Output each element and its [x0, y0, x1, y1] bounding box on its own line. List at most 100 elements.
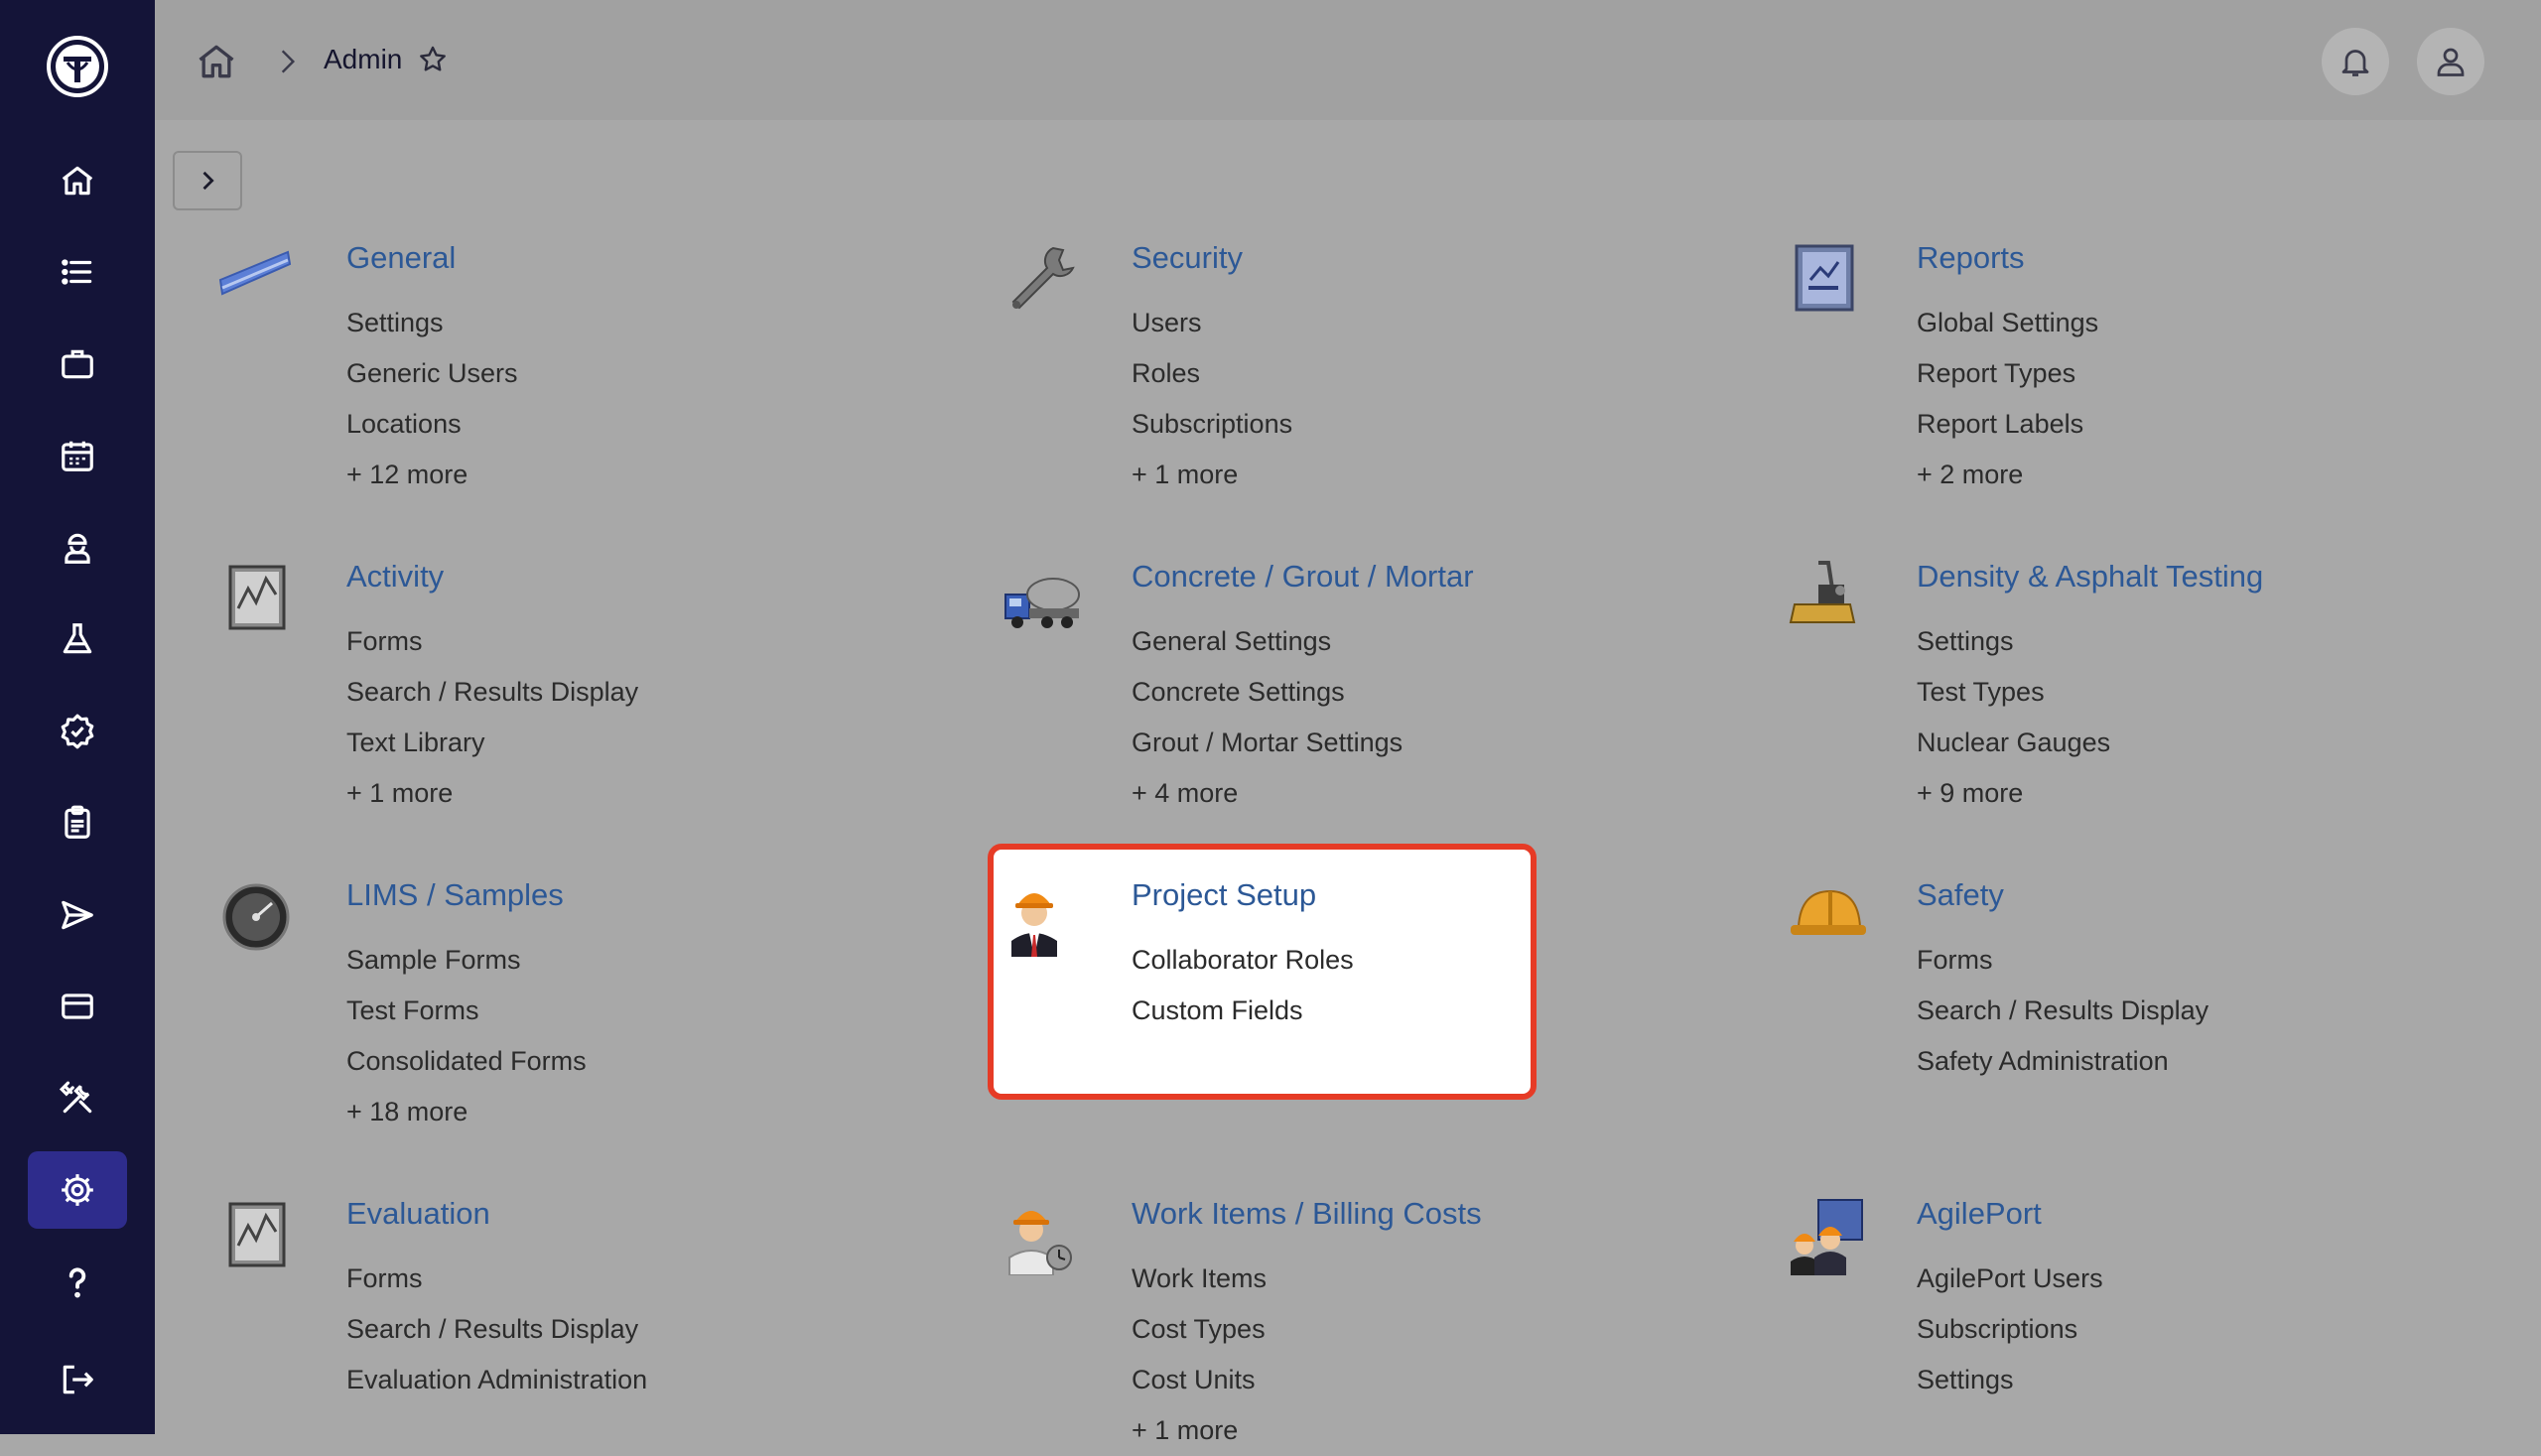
section-link[interactable]: Roles	[1132, 348, 1292, 399]
section-title[interactable]: Density & Asphalt Testing	[1917, 559, 2263, 595]
section-title[interactable]: Evaluation	[346, 1196, 490, 1232]
gauge-icon	[222, 883, 290, 951]
tools-icon	[59, 1081, 92, 1114]
expand-panel-button[interactable]	[173, 151, 242, 210]
breadcrumb-home-icon[interactable]	[195, 40, 238, 83]
section-title[interactable]: Reports	[1917, 240, 2025, 276]
section-more-link[interactable]: + 1 more	[1132, 1405, 1267, 1456]
clipboard-icon	[65, 805, 90, 839]
section-link[interactable]: Settings	[346, 298, 518, 348]
section-title[interactable]: General	[346, 240, 456, 276]
section-link[interactable]: Settings	[1917, 1355, 2103, 1405]
credit-card-icon	[62, 993, 93, 1019]
user-icon	[2437, 48, 2465, 76]
calendar-icon	[62, 441, 93, 471]
section-title[interactable]: Security	[1132, 240, 1243, 276]
section-link[interactable]: Report Types	[1917, 348, 2098, 399]
favorite-star-icon[interactable]	[417, 44, 449, 75]
section-link[interactable]: Consolidated Forms	[346, 1036, 587, 1087]
user-profile-button[interactable]	[2417, 28, 2484, 95]
section-link[interactable]: Subscriptions	[1917, 1304, 2103, 1355]
send-icon	[62, 900, 93, 930]
section-link[interactable]: Grout / Mortar Settings	[1132, 718, 1403, 768]
section-link[interactable]: Nuclear Gauges	[1917, 718, 2110, 768]
wrench-icon	[1011, 246, 1075, 310]
section-link[interactable]: Global Settings	[1917, 298, 2098, 348]
section-title[interactable]: Project Setup	[1132, 877, 1316, 913]
sidebar-item-tools[interactable]	[28, 1060, 127, 1137]
section-link[interactable]: Cost Types	[1132, 1304, 1267, 1355]
section-more-link[interactable]: + 9 more	[1917, 768, 2110, 819]
section-more-link[interactable]: + 2 more	[1917, 450, 2098, 500]
section-link[interactable]: Cost Units	[1132, 1355, 1267, 1405]
section-link[interactable]: Locations	[346, 399, 518, 450]
section-link[interactable]: Generic Users	[346, 348, 518, 399]
chevron-right-icon	[202, 171, 214, 191]
section-link[interactable]: Users	[1132, 298, 1292, 348]
compactor-icon	[1789, 561, 1856, 623]
notifications-button[interactable]	[2322, 28, 2389, 95]
section-title[interactable]: AgilePort	[1917, 1196, 2042, 1232]
section-link[interactable]: Test Forms	[346, 986, 587, 1036]
sidebar-item-logout[interactable]	[28, 1341, 127, 1418]
section-title[interactable]: Work Items / Billing Costs	[1132, 1196, 1482, 1232]
list-icon	[62, 259, 92, 285]
sidebar	[0, 0, 155, 1434]
hard-hat-icon	[1791, 889, 1866, 935]
worker-icon	[65, 533, 90, 564]
section-more-link[interactable]: + 1 more	[1132, 450, 1292, 500]
section-link[interactable]: Forms	[346, 1254, 647, 1304]
section-more-link[interactable]: + 4 more	[1132, 768, 1403, 819]
section-more-link[interactable]: + 12 more	[346, 450, 518, 500]
concrete-truck-icon	[1004, 578, 1080, 628]
section-more-link[interactable]: + 1 more	[346, 768, 638, 819]
chart-panel-icon	[228, 1202, 286, 1267]
sidebar-item-people[interactable]	[28, 509, 127, 587]
app-logo-icon[interactable]	[46, 35, 109, 98]
sidebar-item-approvals[interactable]	[28, 693, 127, 770]
section-link[interactable]: Evaluation Administration	[346, 1355, 647, 1405]
section-link[interactable]: Collaborator Roles	[1132, 935, 1354, 986]
sidebar-item-lab[interactable]	[28, 600, 127, 678]
section-link[interactable]: Search / Results Display	[346, 1304, 647, 1355]
section-link[interactable]: Text Library	[346, 718, 638, 768]
section-link[interactable]: Forms	[1917, 935, 2208, 986]
section-link[interactable]: Concrete Settings	[1132, 667, 1403, 718]
section-link[interactable]: Subscriptions	[1132, 399, 1292, 450]
engineer-icon	[1011, 893, 1057, 957]
section-link[interactable]: AgilePort Users	[1917, 1254, 2103, 1304]
sidebar-item-help[interactable]	[28, 1244, 127, 1321]
sidebar-item-send[interactable]	[28, 876, 127, 954]
section-title[interactable]: Activity	[346, 559, 444, 595]
section-link[interactable]: Safety Administration	[1917, 1036, 2208, 1087]
sidebar-item-reports[interactable]	[28, 784, 127, 861]
section-link[interactable]: Test Types	[1917, 667, 2110, 718]
section-more-link[interactable]: + 18 more	[346, 1087, 587, 1137]
home-icon	[62, 166, 93, 196]
sidebar-item-list[interactable]	[28, 233, 127, 311]
sidebar-item-calendar[interactable]	[28, 417, 127, 494]
sidebar-item-settings[interactable]	[28, 1151, 127, 1229]
sidebar-item-home[interactable]	[28, 142, 127, 219]
section-link[interactable]: Report Labels	[1917, 399, 2098, 450]
section-link[interactable]: Search / Results Display	[346, 667, 638, 718]
section-title[interactable]: LIMS / Samples	[346, 877, 564, 913]
section-link[interactable]: General Settings	[1132, 616, 1403, 667]
section-title[interactable]: Safety	[1917, 877, 2004, 913]
sidebar-item-projects[interactable]	[28, 326, 127, 403]
section-link[interactable]: Custom Fields	[1132, 986, 1354, 1036]
section-link[interactable]: Work Items	[1132, 1254, 1267, 1304]
report-icon	[1795, 244, 1854, 312]
section-title[interactable]: Concrete / Grout / Mortar	[1132, 559, 1474, 595]
page-title: Admin	[324, 44, 403, 74]
section-link[interactable]: Search / Results Display	[1917, 986, 2208, 1036]
section-link[interactable]: Sample Forms	[346, 935, 587, 986]
section-link[interactable]: Settings	[1917, 616, 2110, 667]
sidebar-item-billing[interactable]	[28, 968, 127, 1045]
flask-icon	[63, 623, 92, 654]
team-icon	[1791, 1199, 1863, 1275]
bell-icon	[2341, 50, 2369, 76]
section-link[interactable]: Forms	[346, 616, 638, 667]
chart-panel-icon	[228, 565, 286, 630]
ruler-icon	[218, 250, 292, 296]
